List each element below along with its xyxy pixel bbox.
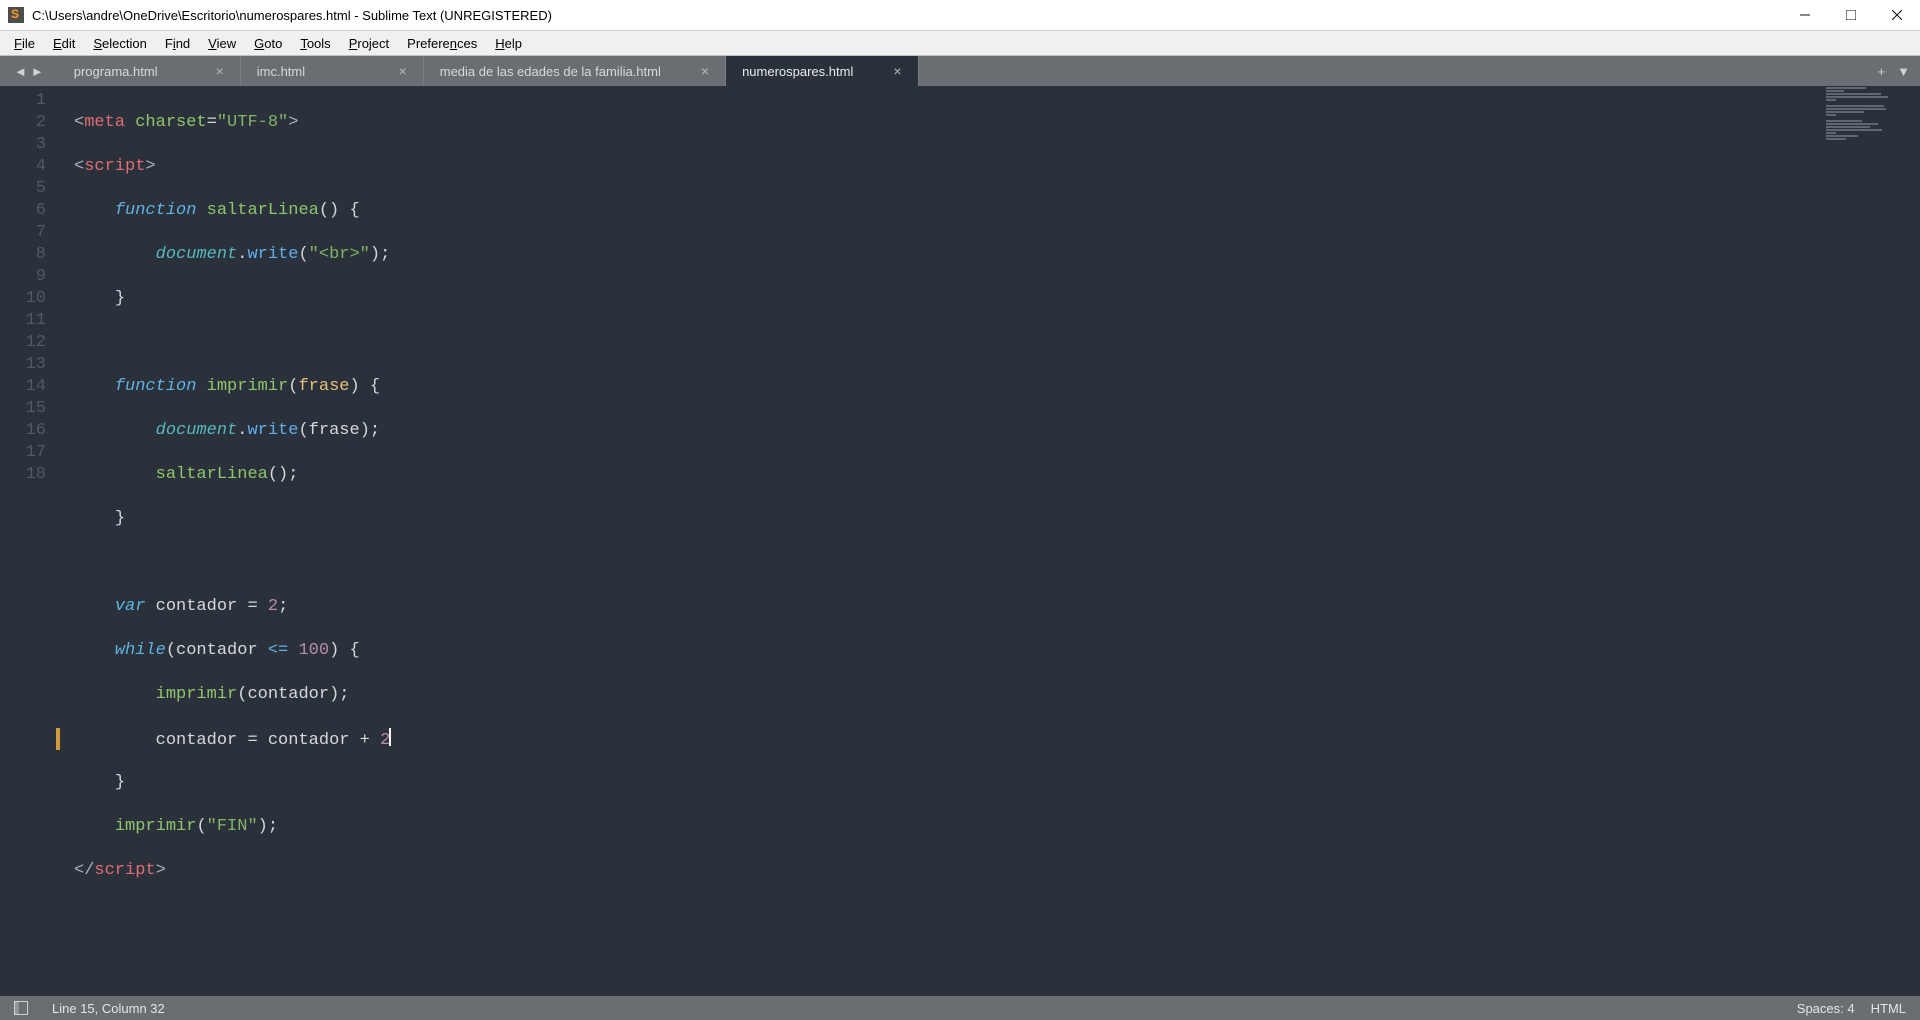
nav-forward-icon[interactable]: ► xyxy=(31,64,44,79)
menu-help[interactable]: Help xyxy=(487,34,530,53)
status-bar: Line 15, Column 32 Spaces: 4 HTML xyxy=(0,996,1920,1020)
code-view[interactable]: <meta charset="UTF-8"> <script> function… xyxy=(60,86,1820,996)
line-number: 18 xyxy=(4,464,46,486)
line-number: 8 xyxy=(4,244,46,266)
tab-menu-icon[interactable]: ▼ xyxy=(1897,64,1910,79)
tab-label: imc.html xyxy=(257,64,305,79)
maximize-button[interactable] xyxy=(1828,0,1874,30)
line-number: 3 xyxy=(4,134,46,156)
minimap[interactable] xyxy=(1820,86,1920,996)
tab-programa[interactable]: programa.html × xyxy=(58,56,241,86)
line-number: 6 xyxy=(4,200,46,222)
tab-media[interactable]: media de las edades de la familia.html × xyxy=(424,56,726,86)
tab-numerospares[interactable]: numerospares.html × xyxy=(726,56,918,86)
menu-goto[interactable]: Goto xyxy=(246,34,290,53)
window-title: C:\Users\andre\OneDrive\Escritorio\numer… xyxy=(32,8,552,23)
menu-edit[interactable]: Edit xyxy=(45,34,83,53)
line-number: 11 xyxy=(4,310,46,332)
new-tab-icon[interactable]: + xyxy=(1878,64,1886,79)
text-cursor xyxy=(389,728,391,746)
close-button[interactable] xyxy=(1874,0,1920,30)
minimize-button[interactable] xyxy=(1782,0,1828,30)
menu-tools[interactable]: Tools xyxy=(292,34,338,53)
title-bar: C:\Users\andre\OneDrive\Escritorio\numer… xyxy=(0,0,1920,31)
line-number: 7 xyxy=(4,222,46,244)
line-number: 12 xyxy=(4,332,46,354)
app-icon xyxy=(8,7,24,23)
line-number: 9 xyxy=(4,266,46,288)
line-number: 5 xyxy=(4,178,46,200)
line-number: 13 xyxy=(4,354,46,376)
tab-close-icon[interactable]: × xyxy=(661,64,709,78)
menu-bar: File Edit Selection Find View Goto Tools… xyxy=(0,31,1920,56)
line-number: 17 xyxy=(4,442,46,464)
line-number: 4 xyxy=(4,156,46,178)
line-number: 14 xyxy=(4,376,46,398)
tab-label: programa.html xyxy=(74,64,158,79)
status-syntax[interactable]: HTML xyxy=(1871,1001,1906,1016)
tab-close-icon[interactable]: × xyxy=(853,64,901,78)
menu-project[interactable]: Project xyxy=(341,34,397,53)
line-number: 1 xyxy=(4,90,46,112)
tab-close-icon[interactable]: × xyxy=(359,64,407,78)
nav-back-icon[interactable]: ◄ xyxy=(14,64,27,79)
tab-imc[interactable]: imc.html × xyxy=(241,56,424,86)
line-number: 15 xyxy=(4,398,46,420)
sidebar-toggle-icon[interactable] xyxy=(14,1001,36,1016)
status-line-col[interactable]: Line 15, Column 32 xyxy=(52,1001,165,1016)
tab-label: numerospares.html xyxy=(742,64,853,79)
status-indent[interactable]: Spaces: 4 xyxy=(1797,1001,1855,1016)
line-number: 16 xyxy=(4,420,46,442)
line-number: 2 xyxy=(4,112,46,134)
menu-find[interactable]: Find xyxy=(157,34,198,53)
tab-label: media de las edades de la familia.html xyxy=(440,64,661,79)
tab-history-nav: ◄ ► xyxy=(0,56,58,86)
editor-area: 1 2 3 4 5 6 7 8 9 10 11 12 13 14 15 16 1… xyxy=(0,86,1920,996)
menu-file[interactable]: File xyxy=(6,34,43,53)
tab-close-icon[interactable]: × xyxy=(176,64,224,78)
modified-line-marker xyxy=(56,728,60,750)
tab-bar: ◄ ► programa.html × imc.html × media de … xyxy=(0,56,1920,86)
menu-preferences[interactable]: Preferences xyxy=(399,34,485,53)
menu-view[interactable]: View xyxy=(200,34,244,53)
line-number: 10 xyxy=(4,288,46,310)
line-number-gutter: 1 2 3 4 5 6 7 8 9 10 11 12 13 14 15 16 1… xyxy=(0,86,60,996)
menu-selection[interactable]: Selection xyxy=(85,34,154,53)
